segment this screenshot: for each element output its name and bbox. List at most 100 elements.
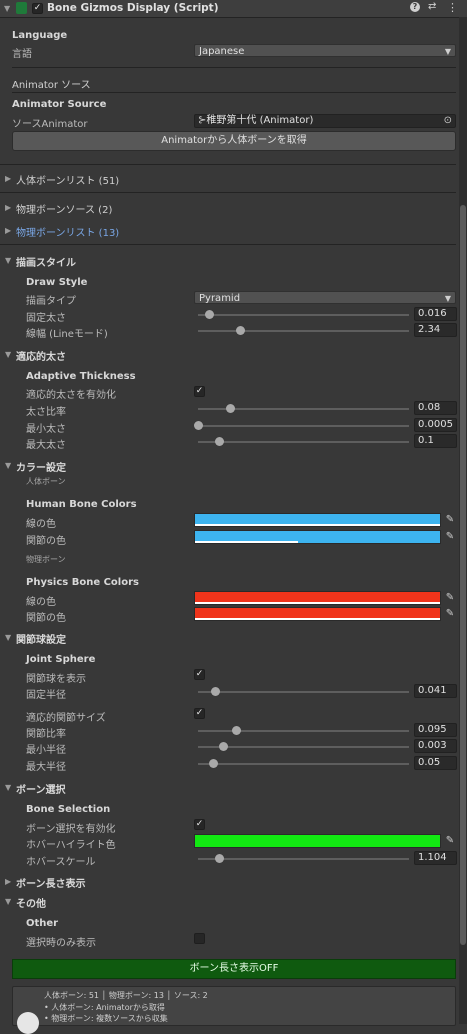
foldout-arrow-icon[interactable]: ▼	[5, 350, 11, 359]
foldout-arrow-icon[interactable]: ▼	[5, 783, 11, 792]
foldout-arrow-icon[interactable]: ▼	[5, 256, 11, 265]
color-settings-section[interactable]: カラー設定	[16, 459, 66, 474]
bone-length-section[interactable]: ボーン長さ表示	[16, 875, 86, 890]
fixed-radius-field[interactable]: 0.041	[414, 684, 457, 698]
foldout-arrow-icon[interactable]: ▼	[5, 461, 11, 470]
adaptive-thickness-heading: Adaptive Thickness	[26, 371, 136, 382]
fixed-thickness-field[interactable]: 0.016	[414, 307, 457, 321]
enable-selection-checkbox[interactable]: ✓	[194, 819, 205, 830]
joint-ratio-slider[interactable]	[198, 730, 409, 732]
max-thickness-slider[interactable]	[198, 441, 409, 443]
max-thickness-label: 最大太さ	[26, 440, 66, 451]
eyedropper-icon[interactable]: ✎	[443, 530, 457, 544]
thickness-ratio-field[interactable]: 0.08	[414, 401, 457, 415]
hover-scale-field[interactable]: 1.104	[414, 851, 457, 865]
draw-style-section[interactable]: 描画スタイル	[16, 254, 76, 269]
max-thickness-field[interactable]: 0.1	[414, 434, 457, 448]
divider	[0, 244, 456, 245]
slider-handle[interactable]	[231, 726, 241, 735]
joint-sphere-section[interactable]: 関節球設定	[16, 631, 66, 646]
foldout-arrow-icon[interactable]: ▶	[5, 174, 11, 183]
help-icon[interactable]: ?	[410, 2, 420, 12]
language-dropdown[interactable]: Japanese ▼	[194, 44, 456, 57]
min-thickness-label: 最小太さ	[26, 424, 66, 435]
slider-handle[interactable]	[210, 687, 220, 696]
slider-handle[interactable]	[236, 326, 246, 335]
line-width-slider[interactable]	[198, 330, 409, 332]
slider-handle[interactable]	[208, 759, 218, 768]
hover-color-field[interactable]	[194, 834, 441, 848]
slider-handle[interactable]	[215, 854, 225, 863]
enable-selection-label: ボーン選択を有効化	[26, 824, 116, 835]
preset-icon[interactable]: ⇄	[428, 1, 436, 12]
physics-bone-source-foldout[interactable]: 物理ボーンソース (2)	[16, 201, 112, 216]
min-radius-label: 最小半径	[26, 745, 66, 756]
scrollbar-thumb[interactable]	[460, 205, 466, 945]
language-value: Japanese	[199, 46, 245, 57]
joint-ratio-field[interactable]: 0.095	[414, 723, 457, 737]
language-label: 言語	[12, 49, 32, 60]
animator-section-title: Animator ソース	[12, 80, 91, 91]
foldout-arrow-icon[interactable]: ▼	[5, 633, 11, 642]
info-summary: 人体ボーン: 51 │ 物理ボーン: 13 │ ソース: 2	[44, 991, 208, 1000]
slider-handle[interactable]	[219, 742, 229, 751]
human-bone-list-foldout[interactable]: 人体ボーンリスト (51)	[16, 172, 119, 187]
human-line-color-label: 線の色	[26, 519, 56, 530]
physics-joint-color-field[interactable]	[194, 607, 441, 621]
divider	[12, 92, 456, 93]
get-human-bones-button[interactable]: Animatorから人体ボーンを取得	[12, 131, 456, 151]
hover-scale-label: ホバースケール	[26, 857, 96, 868]
enable-adaptive-checkbox[interactable]: ✓	[194, 386, 205, 397]
line-width-label: 線幅 (Lineモード)	[26, 329, 108, 340]
draw-type-label: 描画タイプ	[26, 296, 76, 307]
foldout-arrow-icon[interactable]: ▶	[5, 877, 11, 886]
min-thickness-slider[interactable]	[198, 425, 409, 427]
source-animator-field[interactable]: ⊱稚野第十代 (Animator) ⊙	[194, 114, 456, 128]
eyedropper-icon[interactable]: ✎	[443, 834, 457, 848]
foldout-arrow-icon[interactable]: ▶	[5, 226, 11, 235]
fixed-radius-label: 固定半径	[26, 690, 66, 701]
bone-selection-section[interactable]: ボーン選択	[16, 781, 66, 796]
show-joint-checkbox[interactable]: ✓	[194, 669, 205, 680]
chevron-down-icon: ▼	[444, 294, 451, 303]
language-heading: Language	[12, 30, 68, 41]
min-thickness-field[interactable]: 0.0005	[414, 418, 457, 432]
fixed-thickness-slider[interactable]	[198, 314, 409, 316]
object-picker-icon[interactable]: ⊙	[444, 115, 452, 127]
slider-handle[interactable]	[215, 437, 225, 446]
only-selected-checkbox[interactable]	[194, 933, 205, 944]
only-selected-label: 選択時のみ表示	[26, 938, 96, 949]
info-icon	[17, 1012, 39, 1034]
min-radius-slider[interactable]	[198, 746, 409, 748]
human-joint-color-field[interactable]	[194, 530, 441, 544]
adaptive-thickness-section[interactable]: 適応的太さ	[16, 348, 66, 363]
human-line-color-field[interactable]	[194, 513, 441, 527]
component-enabled-checkbox[interactable]: ✓	[32, 3, 43, 14]
foldout-arrow-icon[interactable]: ▶	[5, 203, 11, 212]
adaptive-joint-checkbox[interactable]: ✓	[194, 708, 205, 719]
more-options-icon[interactable]: ⋮	[447, 1, 458, 14]
eyedropper-icon[interactable]: ✎	[443, 607, 457, 621]
min-radius-field[interactable]: 0.003	[414, 739, 457, 753]
physics-line-color-field[interactable]	[194, 591, 441, 605]
hover-scale-slider[interactable]	[198, 858, 409, 860]
max-radius-field[interactable]: 0.05	[414, 756, 457, 770]
fixed-radius-slider[interactable]	[198, 691, 409, 693]
slider-handle[interactable]	[225, 404, 235, 413]
divider	[0, 192, 456, 193]
draw-type-dropdown[interactable]: Pyramid ▼	[194, 291, 456, 304]
line-width-field[interactable]: 2.34	[414, 323, 457, 337]
physics-bone-list-foldout[interactable]: 物理ボーンリスト (13)	[16, 224, 119, 239]
slider-handle[interactable]	[194, 421, 203, 430]
other-section[interactable]: その他	[16, 895, 46, 910]
foldout-arrow-icon[interactable]: ▼	[5, 897, 11, 906]
collapse-arrow-icon[interactable]: ▼	[4, 4, 10, 13]
slider-handle[interactable]	[204, 310, 214, 319]
max-radius-slider[interactable]	[198, 763, 409, 765]
script-icon	[16, 2, 27, 14]
eyedropper-icon[interactable]: ✎	[443, 513, 457, 527]
source-animator-value: 稚野第十代 (Animator)	[206, 115, 314, 126]
bone-length-toggle-button[interactable]: ボーン長さ表示OFF	[12, 959, 456, 979]
info-line-2: • 物理ボーン: 複数ソースから収集	[44, 1014, 168, 1023]
eyedropper-icon[interactable]: ✎	[443, 591, 457, 605]
